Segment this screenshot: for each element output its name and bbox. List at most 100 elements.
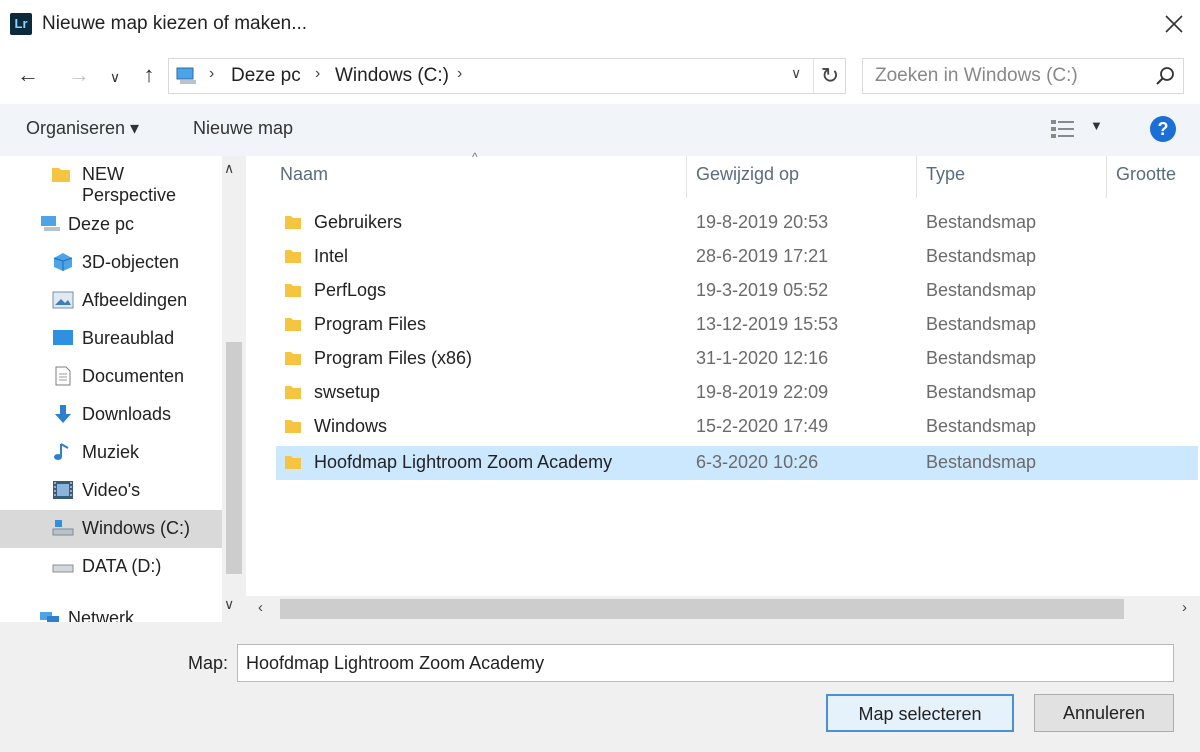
folder-icon xyxy=(285,318,301,331)
sidebar-item-label: NEW Perspective xyxy=(82,164,177,205)
search-box[interactable]: Zoeken in Windows (C:) xyxy=(862,58,1184,94)
forward-button[interactable]: → xyxy=(66,60,92,90)
file-name: Intel xyxy=(314,246,349,266)
address-bar[interactable]: › Deze pc › Windows (C:) › ∨ ↻ xyxy=(168,58,846,94)
file-row[interactable]: Program Files 13-12-2019 15:53 Bestandsm… xyxy=(276,308,1198,342)
chevron-left-icon[interactable]: ‹ xyxy=(258,599,263,616)
navigation-pane: NEW Perspective Deze pc 3D-objecten Afbe… xyxy=(0,156,246,622)
file-row[interactable]: Gebruikers 19-8-2019 20:53 Bestandsmap xyxy=(276,206,1198,240)
music-icon xyxy=(54,443,69,460)
cancel-button[interactable]: Annuleren xyxy=(1034,694,1174,732)
organize-button[interactable]: Organiseren ▾ xyxy=(26,118,139,139)
sidebar-item-windows-c[interactable]: Windows (C:) xyxy=(0,510,222,548)
sidebar-item-documents[interactable]: Documenten xyxy=(0,358,222,396)
sidebar-item-network[interactable]: Netwerk xyxy=(0,600,222,622)
sidebar-item-pictures[interactable]: Afbeeldingen xyxy=(0,282,222,320)
back-button[interactable]: ← xyxy=(14,60,42,90)
file-list: ^ Naam Gewijzigd op Type Grootte Gebruik… xyxy=(246,150,1200,622)
file-date: 13-12-2019 15:53 xyxy=(696,314,839,334)
breadcrumb-separator: › xyxy=(315,65,321,82)
file-row[interactable]: PerfLogs 19-3-2019 05:52 Bestandsmap xyxy=(276,274,1198,308)
folder-icon xyxy=(52,168,70,182)
column-header-name[interactable]: Naam xyxy=(280,164,328,185)
breadcrumb-separator: › xyxy=(457,65,463,82)
folder-icon xyxy=(285,250,301,263)
file-name: PerfLogs xyxy=(314,280,387,300)
sidebar-item-label: Bureaublad xyxy=(82,328,175,348)
breadcrumb-separator: › xyxy=(209,65,215,82)
folder-icon xyxy=(285,456,301,469)
chevron-down-icon[interactable]: ∨ xyxy=(224,596,234,613)
file-name: Program Files xyxy=(314,314,427,334)
dialog-footer: Map: Map selecteren Annuleren xyxy=(0,622,1200,752)
file-type: Bestandsmap xyxy=(926,452,1037,472)
column-header-type[interactable]: Type xyxy=(926,164,965,185)
drive-c-icon xyxy=(52,520,74,536)
command-bar: Organiseren ▾ Nieuwe map ▼ ? xyxy=(0,104,1200,156)
column-divider[interactable] xyxy=(916,156,917,198)
chevron-up-icon[interactable]: ∧ xyxy=(224,160,234,177)
sidebar-item-label: Deze pc xyxy=(68,214,135,234)
file-type: Bestandsmap xyxy=(926,382,1037,402)
column-header-modified[interactable]: Gewijzigd op xyxy=(696,164,799,185)
sidebar-item-label: 3D-objecten xyxy=(82,252,180,272)
sidebar-item-videos[interactable]: Video's xyxy=(0,472,222,510)
column-divider[interactable] xyxy=(686,156,687,198)
sidebar-item-music[interactable]: Muziek xyxy=(0,434,222,472)
view-dropdown-icon[interactable]: ▼ xyxy=(1090,118,1103,133)
file-name: Program Files (x86) xyxy=(314,348,473,368)
new-folder-button[interactable]: Nieuwe map xyxy=(193,118,293,139)
sidebar-item-label: Windows (C:) xyxy=(82,518,191,538)
select-folder-button[interactable]: Map selecteren xyxy=(826,694,1014,732)
sidebar-item-deze-pc[interactable]: Deze pc xyxy=(0,206,222,244)
view-options-icon[interactable] xyxy=(1050,118,1076,140)
file-type: Bestandsmap xyxy=(926,280,1037,300)
sidebar-item-label: Muziek xyxy=(82,442,140,462)
up-button[interactable]: ↑ xyxy=(136,60,162,90)
sidebar-item-desktop[interactable]: Bureaublad xyxy=(0,320,222,358)
file-row[interactable]: swsetup 19-8-2019 22:09 Bestandsmap xyxy=(276,376,1198,410)
network-icon xyxy=(40,612,59,622)
sidebar-item-3d-objects[interactable]: 3D-objecten xyxy=(0,244,222,282)
folder-field[interactable] xyxy=(237,644,1174,682)
sidebar-item-new-perspective[interactable]: NEW Perspective xyxy=(0,156,222,205)
file-name: swsetup xyxy=(314,382,381,402)
file-row-selected[interactable]: Hoofdmap Lightroom Zoom Academy 6-3-2020… xyxy=(276,446,1198,480)
chevron-down-icon[interactable]: ∨ xyxy=(791,65,801,82)
file-date: 31-1-2020 12:16 xyxy=(696,348,829,368)
file-name: Hoofdmap Lightroom Zoom Academy xyxy=(314,452,613,472)
folder-icon xyxy=(285,386,301,399)
documents-icon xyxy=(55,366,71,386)
file-row[interactable]: Program Files (x86) 31-1-2020 12:16 Best… xyxy=(276,342,1198,376)
search-icon xyxy=(1156,67,1174,85)
refresh-icon[interactable]: ↻ xyxy=(813,59,846,93)
window-title: Nieuwe map kiezen of maken... xyxy=(42,13,308,34)
file-name: Gebruikers xyxy=(314,212,403,232)
horizontal-scroll-thumb[interactable] xyxy=(280,599,1124,619)
column-header-size[interactable]: Grootte xyxy=(1116,164,1176,185)
horizontal-scrollbar[interactable]: ‹ › xyxy=(246,596,1200,622)
file-row[interactable]: Windows 15-2-2020 17:49 Bestandsmap xyxy=(276,410,1198,444)
file-type: Bestandsmap xyxy=(926,348,1037,368)
help-icon[interactable]: ? xyxy=(1150,116,1176,142)
drive-d-icon xyxy=(52,564,74,573)
file-date: 28-6-2019 17:21 xyxy=(696,246,829,266)
file-row[interactable]: Intel 28-6-2019 17:21 Bestandsmap xyxy=(276,240,1198,274)
close-button[interactable] xyxy=(1158,6,1190,42)
sidebar-item-downloads[interactable]: Downloads xyxy=(0,396,222,434)
file-type: Bestandsmap xyxy=(926,416,1037,436)
title-bar: Lr Nieuwe map kiezen of maken... xyxy=(0,0,1200,50)
breadcrumb-deze-pc[interactable]: Deze pc xyxy=(231,65,301,87)
column-divider[interactable] xyxy=(1106,156,1107,198)
file-date: 19-3-2019 05:52 xyxy=(696,280,829,300)
recent-locations-button[interactable]: ∨ xyxy=(104,62,126,92)
folder-icon xyxy=(285,284,301,297)
sidebar-item-data-d[interactable]: DATA (D:) xyxy=(0,548,222,586)
breadcrumb-windows-c[interactable]: Windows (C:) xyxy=(335,65,449,87)
sidebar-scroll-thumb[interactable] xyxy=(226,342,242,574)
search-input[interactable]: Zoeken in Windows (C:) xyxy=(875,65,1078,87)
sidebar-item-label: Video's xyxy=(82,480,141,500)
sidebar-item-label: Documenten xyxy=(82,366,185,386)
file-date: 19-8-2019 22:09 xyxy=(696,382,829,402)
chevron-right-icon[interactable]: › xyxy=(1182,599,1187,616)
